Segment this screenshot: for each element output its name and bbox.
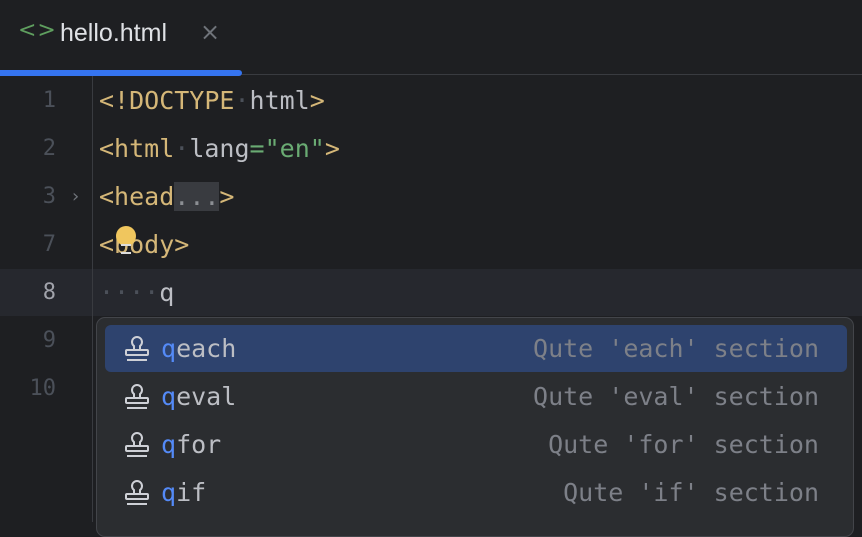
completion-description: Qute 'each' section [533, 334, 819, 363]
code-line-7[interactable]: <body> [99, 221, 189, 269]
code-token: <body> [99, 230, 190, 259]
line-number: 3 [42, 184, 56, 209]
completion-name: if [176, 478, 207, 507]
fold-chevron-icon[interactable]: › [72, 173, 79, 221]
line-number: 1 [42, 88, 56, 113]
lightbulb-icon[interactable] [116, 226, 136, 254]
live-template-icon [123, 431, 151, 459]
code-token: <html [99, 134, 175, 163]
code-line-1[interactable]: <!DOCTYPE·html> [99, 77, 325, 125]
code-token: > [324, 134, 340, 163]
completion-item[interactable]: qeval Qute 'eval' section [105, 373, 847, 420]
completion-item[interactable]: qfor Qute 'for' section [105, 421, 847, 468]
completion-name: eval [176, 382, 237, 411]
code-token: q [159, 278, 175, 307]
code-token: html [249, 86, 310, 115]
code-whitespace: · [234, 86, 250, 115]
code-token: = [249, 134, 265, 163]
line-number: 2 [42, 136, 56, 161]
completion-name: each [176, 334, 237, 363]
line-number: 9 [42, 328, 56, 353]
completion-popup: qeach Qute 'each' section qeval Qute 'ev… [96, 317, 854, 537]
code-token: <!DOCTYPE [99, 86, 235, 115]
code-token: > [309, 86, 325, 115]
tab-label: hello.html [60, 19, 167, 47]
matched-prefix: q [161, 430, 177, 459]
html-file-icon: <> [18, 18, 57, 43]
code-token: lang [189, 134, 250, 163]
code-token: "en" [264, 134, 325, 163]
completion-item[interactable]: qeach Qute 'each' section [105, 325, 847, 372]
live-template-icon [123, 383, 151, 411]
active-tab-indicator [0, 70, 242, 76]
editor-tab-bar: <> hello.html × [0, 0, 862, 76]
completion-description: Qute 'for' section [548, 430, 819, 459]
code-whitespace: ···· [99, 278, 160, 307]
tab-hello-html[interactable]: <> hello.html × [0, 0, 242, 76]
matched-prefix: q [161, 382, 177, 411]
code-whitespace: · [174, 134, 190, 163]
live-template-icon [123, 479, 151, 507]
matched-prefix: q [161, 334, 177, 363]
close-icon[interactable]: × [200, 18, 220, 46]
code-token: <head [99, 182, 175, 211]
live-template-icon [123, 335, 151, 363]
code-line-2[interactable]: <html·lang="en"> [99, 125, 340, 173]
code-line-8[interactable]: ····q [99, 269, 174, 317]
completion-name: for [176, 430, 222, 459]
code-token: > [219, 182, 235, 211]
completion-description: Qute 'eval' section [533, 382, 819, 411]
line-number: 7 [42, 232, 56, 257]
completion-description: Qute 'if' section [563, 478, 819, 507]
folded-region[interactable]: ... [174, 182, 220, 211]
code-line-3[interactable]: <head...> [99, 173, 234, 221]
completion-item[interactable]: qif Qute 'if' section [105, 469, 847, 516]
line-number: 8 [42, 280, 56, 305]
line-number: 10 [29, 376, 57, 401]
gutter-divider [92, 76, 93, 522]
matched-prefix: q [161, 478, 177, 507]
